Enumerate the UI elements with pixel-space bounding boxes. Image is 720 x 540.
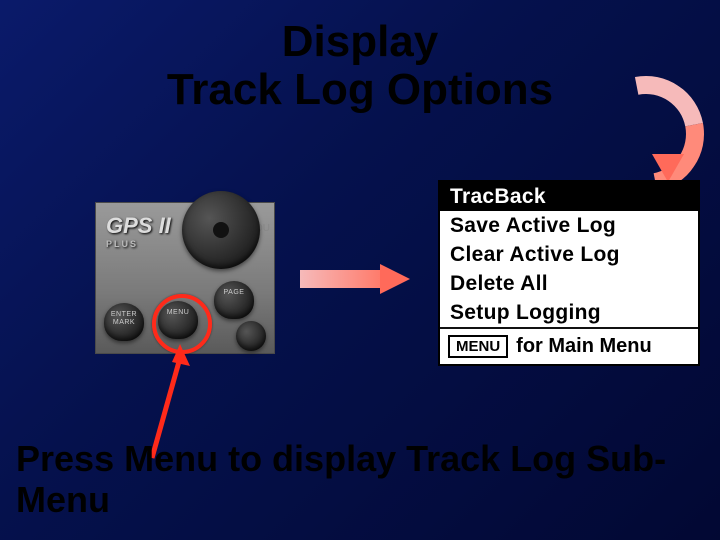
- submenu-item-clear-active-log[interactable]: Clear Active Log: [440, 240, 698, 269]
- submenu-item-delete-all[interactable]: Delete All: [440, 269, 698, 298]
- submenu-item-setup-logging[interactable]: Setup Logging: [440, 298, 698, 327]
- title-line-1: Display: [282, 17, 439, 66]
- arrow-curve-down-icon: [588, 76, 698, 186]
- submenu-list: TracBack Save Active Log Clear Active Lo…: [440, 182, 698, 329]
- gps-device-image: GPS II PLUS OU ENTER MARK MENU PAGE: [95, 202, 275, 354]
- arrow-right-icon: [300, 264, 410, 294]
- menu-key-badge: MENU: [448, 335, 508, 358]
- rocker-pad-icon: [182, 191, 260, 269]
- submenu-item-tracback[interactable]: TracBack: [440, 182, 698, 211]
- menu-button: MENU: [158, 301, 198, 339]
- instruction-text: Press Menu to display Track Log Sub-Menu: [16, 439, 700, 520]
- submenu-footer: MENU for Main Menu: [440, 329, 698, 364]
- device-brand-text: GPS II: [106, 213, 171, 238]
- track-log-submenu-panel: TracBack Save Active Log Clear Active Lo…: [438, 180, 700, 366]
- submenu-footer-text: for Main Menu: [516, 335, 652, 358]
- device-brand: GPS II PLUS: [106, 213, 171, 249]
- page-button: PAGE: [214, 281, 254, 319]
- power-button-icon: [236, 321, 266, 351]
- enter-mark-button: ENTER MARK: [104, 303, 144, 341]
- device-brand-sub: PLUS: [106, 239, 171, 249]
- submenu-item-save-active-log[interactable]: Save Active Log: [440, 211, 698, 240]
